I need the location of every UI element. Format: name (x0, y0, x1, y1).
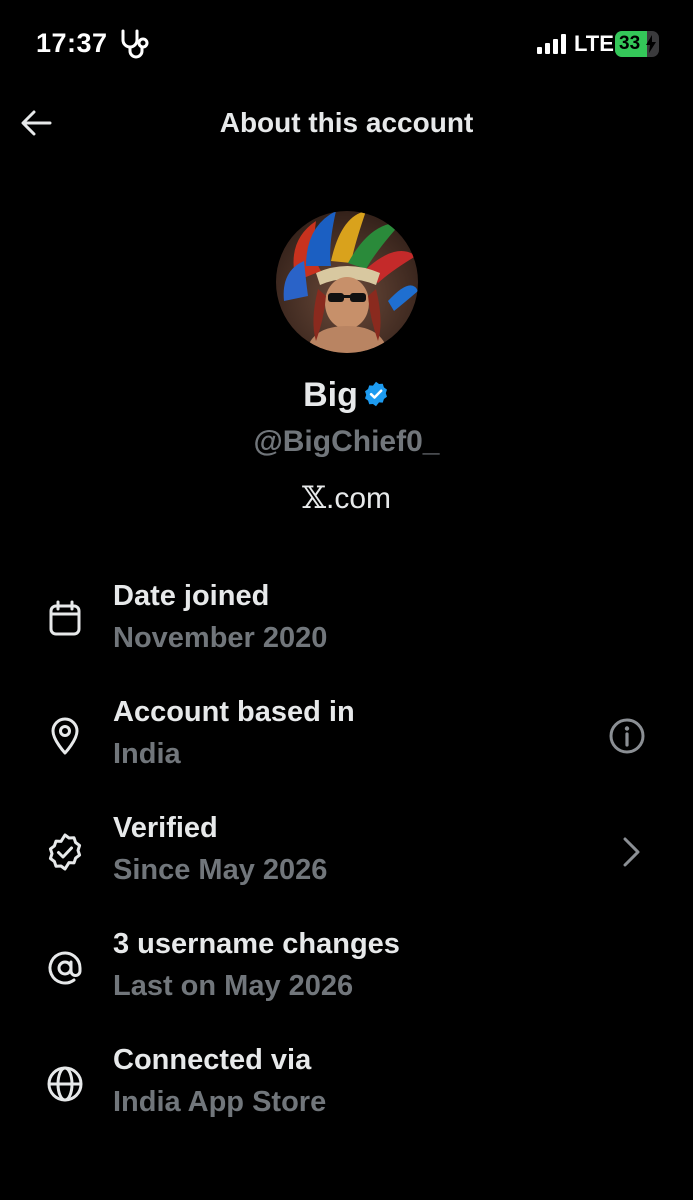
info-item-date-joined: Date joined November 2020 (0, 580, 693, 680)
item-title: 3 username changes (113, 928, 400, 960)
location-pin-icon (51, 717, 79, 755)
info-item-connected-via: Connected via India App Store (0, 1044, 693, 1144)
stethoscope-icon (121, 29, 149, 59)
calendar-icon (49, 600, 81, 636)
avatar[interactable] (276, 211, 418, 353)
site-link[interactable]: 𝕏.com (0, 480, 693, 516)
item-title: Account based in (113, 696, 355, 728)
item-title: Date joined (113, 580, 270, 612)
top-bar: About this account (0, 95, 693, 155)
status-bar: 17:37 LTE 33 (0, 0, 693, 90)
item-subtitle: Last on May 2026 (113, 970, 354, 1002)
info-item-account-based-in: Account based in India (0, 696, 693, 796)
globe-icon (47, 1066, 83, 1102)
username: @BigChief0_ (253, 425, 440, 458)
item-subtitle: November 2020 (113, 622, 328, 654)
item-subtitle: Since May 2026 (113, 854, 328, 886)
display-name: Big (303, 376, 358, 414)
at-sign-icon (48, 951, 82, 985)
item-subtitle: India App Store (113, 1086, 327, 1118)
verified-badge-icon (364, 381, 387, 406)
chevron-right-icon (623, 837, 640, 867)
item-title: Connected via (113, 1044, 312, 1076)
battery-percent: 33 (619, 33, 641, 54)
verified-outline-icon (48, 833, 82, 871)
status-time: 17:37 (36, 28, 108, 58)
x-logo: 𝕏 (301, 480, 327, 516)
display-name-row: Big (0, 376, 693, 415)
item-title: Verified (113, 812, 218, 844)
info-icon[interactable] (607, 716, 647, 756)
item-subtitle: India (113, 738, 181, 770)
page-title: About this account (219, 107, 474, 138)
info-item-username-changes: 3 username changes Last on May 2026 (0, 928, 693, 1028)
battery-indicator: 33 (615, 31, 659, 57)
site-domain: .com (326, 482, 392, 515)
charging-bolt-icon (646, 35, 656, 53)
info-item-verified[interactable]: Verified Since May 2026 (0, 812, 693, 912)
cellular-signal-icon (537, 34, 566, 54)
avatar-image (276, 211, 418, 353)
network-type: LTE (574, 31, 614, 56)
